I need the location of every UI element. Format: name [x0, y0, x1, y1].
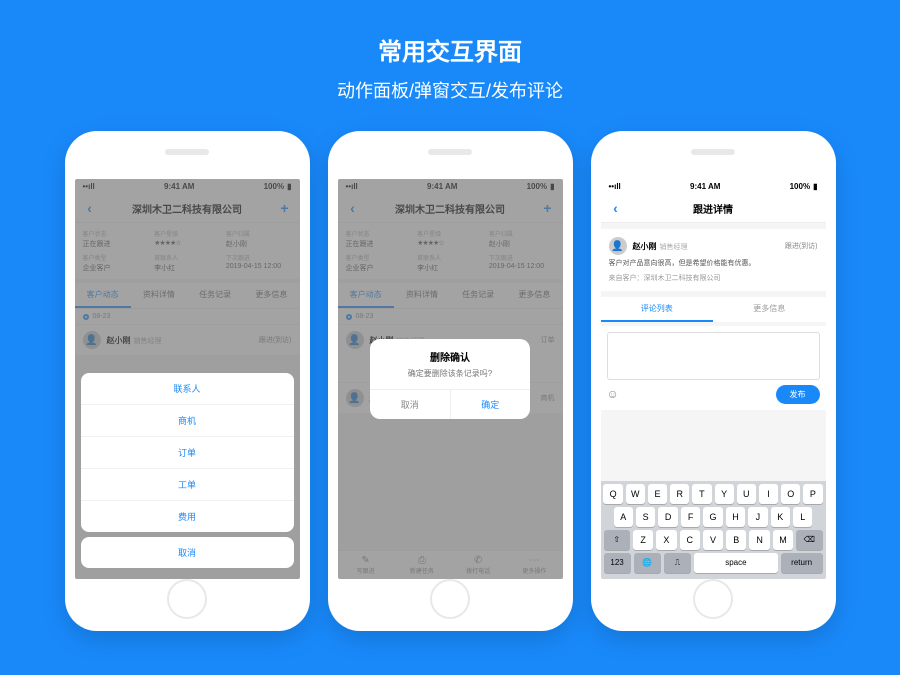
publish-button[interactable]: 发布	[776, 385, 820, 404]
key-q[interactable]: Q	[603, 484, 622, 504]
status-bar: ••ıll 9:41 AM 100%▮	[601, 179, 826, 194]
phone-dialog: ••ıll 9:41 AM 100%▮ ‹ 深圳木卫二科技有限公司 + 客户状态…	[328, 131, 573, 631]
phone-compose: ••ıll 9:41 AM 100%▮ ‹ 跟进详情 👤 赵小刚销售经理 跟进(…	[591, 131, 836, 631]
sheet-item-opportunity[interactable]: 商机	[81, 405, 294, 437]
key-mic[interactable]: ⎍	[664, 553, 691, 573]
subtab-more[interactable]: 更多信息	[713, 297, 826, 322]
key-globe[interactable]: 🌐	[634, 553, 661, 573]
subtab-comments[interactable]: 评论列表	[601, 297, 714, 322]
avatar: 👤	[609, 237, 627, 255]
key-c[interactable]: C	[680, 530, 700, 550]
key-return[interactable]: return	[781, 553, 823, 573]
key-e[interactable]: E	[648, 484, 667, 504]
key-d[interactable]: D	[658, 507, 677, 527]
key-backspace[interactable]: ⌫	[796, 530, 822, 550]
comment-author: 赵小刚销售经理	[633, 241, 688, 252]
sheet-item-ticket[interactable]: 工单	[81, 469, 294, 501]
key-v[interactable]: V	[703, 530, 723, 550]
dialog-message: 确定要删除该条记录吗?	[370, 368, 530, 389]
dialog-overlay[interactable]: 删除确认 确定要删除该条记录吗? 取消 确定	[338, 179, 563, 579]
key-n[interactable]: N	[749, 530, 769, 550]
back-button[interactable]: ‹	[609, 200, 623, 216]
action-sheet-overlay[interactable]: 联系人 商机 订单 工单 费用 取消	[75, 179, 300, 579]
key-w[interactable]: W	[626, 484, 645, 504]
key-p[interactable]: P	[803, 484, 822, 504]
dialog-cancel-button[interactable]: 取消	[370, 390, 451, 419]
confirm-dialog: 删除确认 确定要删除该条记录吗? 取消 确定	[370, 339, 530, 419]
keyboard[interactable]: QWERTYUIOP ASDFGHJKL ⇧ ZXCVBNM ⌫ 123 🌐 ⎍…	[601, 481, 826, 579]
sheet-item-expense[interactable]: 费用	[81, 501, 294, 532]
comment-source: 来自客户：深圳木卫二科技有限公司	[609, 273, 818, 283]
battery-label: 100%	[790, 182, 810, 191]
key-space[interactable]: space	[694, 553, 778, 573]
comment-input[interactable]	[607, 332, 820, 380]
nav-title: 跟进详情	[693, 201, 733, 216]
key-l[interactable]: L	[793, 507, 812, 527]
key-b[interactable]: B	[726, 530, 746, 550]
emoji-button[interactable]: ☺	[607, 387, 619, 401]
key-i[interactable]: I	[759, 484, 778, 504]
key-r[interactable]: R	[670, 484, 689, 504]
dialog-title: 删除确认	[370, 339, 530, 368]
phone-action-sheet: ••ıll 9:41 AM 100%▮ ‹ 深圳木卫二科技有限公司 + 客户状态…	[65, 131, 310, 631]
status-time: 9:41 AM	[690, 182, 720, 191]
page-subtitle: 动作面板/弹窗交互/发布评论	[0, 77, 900, 103]
key-j[interactable]: J	[748, 507, 767, 527]
key-x[interactable]: X	[656, 530, 676, 550]
comment-text: 客户对产品意向很高，但是希望价格能有优惠。	[609, 259, 818, 269]
key-g[interactable]: G	[703, 507, 722, 527]
signal-icon: ••ıll	[609, 182, 621, 191]
key-k[interactable]: K	[771, 507, 790, 527]
key-f[interactable]: F	[681, 507, 700, 527]
page-title: 常用交互界面	[0, 32, 900, 67]
dialog-ok-button[interactable]: 确定	[451, 390, 531, 419]
key-y[interactable]: Y	[715, 484, 734, 504]
key-h[interactable]: H	[726, 507, 745, 527]
key-a[interactable]: A	[614, 507, 633, 527]
sheet-item-order[interactable]: 订单	[81, 437, 294, 469]
key-u[interactable]: U	[737, 484, 756, 504]
sheet-item-contact[interactable]: 联系人	[81, 373, 294, 405]
sheet-cancel[interactable]: 取消	[81, 537, 294, 568]
key-m[interactable]: M	[773, 530, 793, 550]
key-o[interactable]: O	[781, 484, 800, 504]
battery-icon: ▮	[813, 182, 817, 191]
key-shift[interactable]: ⇧	[604, 530, 630, 550]
comment-tag: 跟进(到访)	[785, 241, 818, 251]
key-z[interactable]: Z	[633, 530, 653, 550]
key-t[interactable]: T	[692, 484, 711, 504]
key-123[interactable]: 123	[604, 553, 631, 573]
key-s[interactable]: S	[636, 507, 655, 527]
